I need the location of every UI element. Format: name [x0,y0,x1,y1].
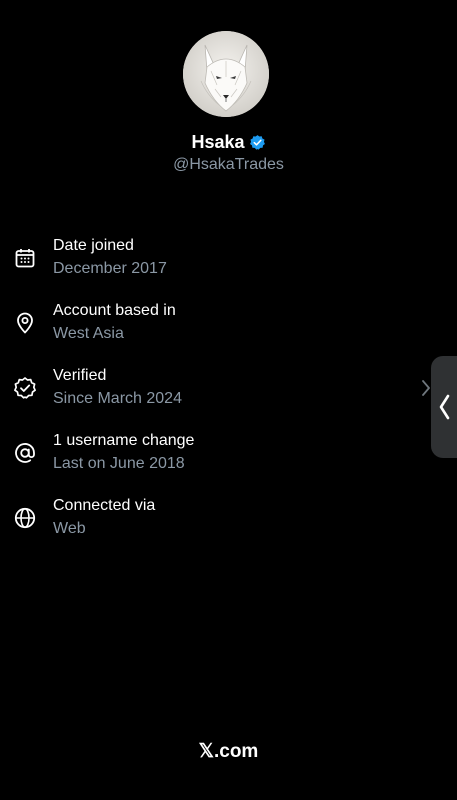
profile-handle: @HsakaTrades [173,156,284,173]
info-item-verified: Verified Since March 2024 [0,364,400,429]
globe-icon [14,507,36,529]
info-title: Date joined [53,237,134,254]
display-name: Hsaka [191,132,245,152]
info-value: Web [53,520,86,537]
info-value: Since March 2024 [53,390,182,407]
calendar-icon [15,249,35,268]
info-item-account-based-in: Account based in West Asia [0,299,400,364]
info-title: 1 username change [53,432,195,449]
info-value: December 2017 [53,260,167,277]
location-pin-icon [17,312,33,334]
info-item-connected-via: Connected via Web [0,494,400,559]
account-info-list: Date joined December 2017 Account based … [0,234,400,559]
verified-badge-icon[interactable] [249,134,266,151]
chevron-left-icon [439,394,450,420]
white-wolf-avatar-image [183,31,269,117]
info-title: Connected via [53,497,156,514]
info-item-date-joined: Date joined December 2017 [0,234,400,299]
x-com-brand: 𝕏.com [198,741,259,762]
info-title: Account based in [53,302,176,319]
info-value: Last on June 2018 [53,455,185,472]
info-item-username-change: 1 username change Last on June 2018 [0,429,400,494]
avatar[interactable] [183,31,269,117]
at-sign-icon [15,443,35,463]
side-panel-handle[interactable] [431,356,457,458]
name-row: Hsaka [0,131,457,153]
info-value: West Asia [53,325,124,342]
info-title: Verified [53,367,107,384]
verified-check-icon [14,377,36,399]
